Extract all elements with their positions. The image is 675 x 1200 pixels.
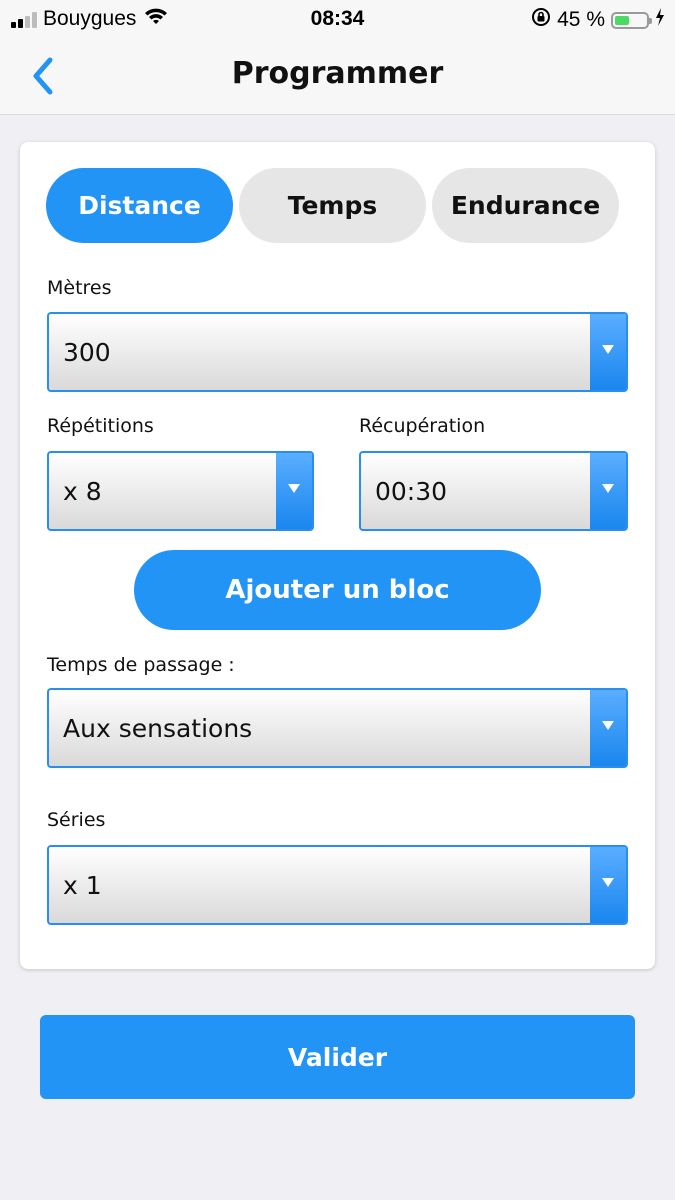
tab-distance[interactable]: Distance [46,168,233,243]
status-bar: Bouygues 08:34 45 % [0,0,675,38]
repetitions-value: x 8 [63,476,102,506]
dropdown-arrow-icon [590,690,626,766]
dropdown-arrow-icon [590,847,626,923]
repetitions-label: Répétitions [47,415,154,437]
temps-passage-select[interactable]: Aux sensations [47,688,628,768]
battery-percent: 45 % [557,8,605,31]
series-label: Séries [47,809,106,831]
tab-endurance[interactable]: Endurance [432,168,619,243]
battery-icon [611,11,652,29]
rotation-lock-icon [531,7,551,33]
repetitions-select[interactable]: x 8 [47,451,314,531]
submit-button[interactable]: Valider [40,1015,635,1099]
metres-value: 300 [63,337,111,367]
dropdown-arrow-icon [276,453,312,529]
metres-select[interactable]: 300 [47,312,628,392]
tab-temps[interactable]: Temps [239,168,426,243]
series-select[interactable]: x 1 [47,845,628,925]
status-right: 45 % [531,7,665,33]
charging-icon [655,8,665,32]
page-title: Programmer [231,56,444,91]
recuperation-value: 00:30 [375,476,448,506]
dropdown-arrow-icon [590,314,626,390]
program-card: Distance Temps Endurance Mètres 300 Répé… [20,142,655,969]
metres-label: Mètres [47,277,112,299]
add-block-button[interactable]: Ajouter un bloc [134,550,541,630]
battery-level [615,15,629,25]
recuperation-select[interactable]: 00:30 [359,451,628,531]
temps-passage-label: Temps de passage : [47,654,235,676]
recuperation-label: Récupération [359,415,486,437]
dropdown-arrow-icon [590,453,626,529]
mode-tabs: Distance Temps Endurance [46,168,619,243]
temps-passage-value: Aux sensations [63,713,253,743]
series-value: x 1 [63,870,102,900]
navigation-bar: Programmer [0,38,675,115]
